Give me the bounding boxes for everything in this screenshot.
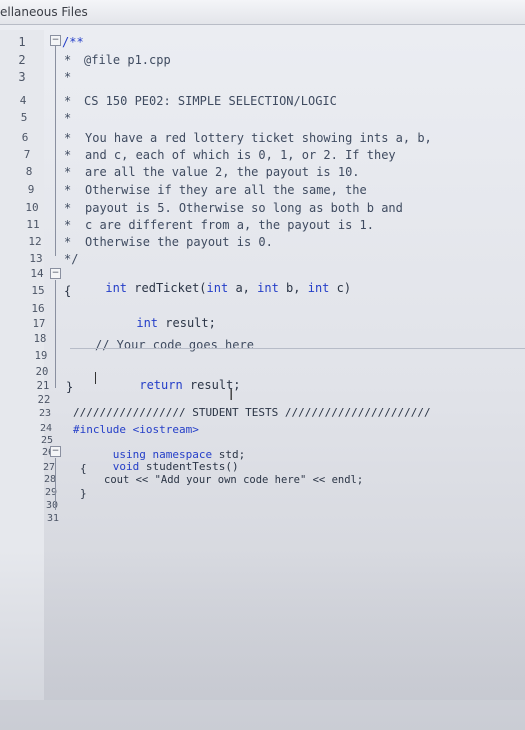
fold-collapse-icon[interactable]: − <box>50 35 61 46</box>
keyword-int: int <box>105 281 128 295</box>
code-line-28: cout << "Add your own code here" << endl… <box>104 474 364 486</box>
code-line-3: * <box>64 70 72 84</box>
comment-star: * <box>64 131 72 145</box>
line-number: 13 <box>29 252 43 265</box>
code-line-29: } <box>80 487 87 500</box>
code-line-1: /** <box>62 35 84 49</box>
code-line-4: CS 150 PE02: SIMPLE SELECTION/LOGIC <box>84 94 337 108</box>
fold-collapse-icon[interactable]: − <box>50 446 61 457</box>
code-line-20: return result; <box>96 364 240 406</box>
code-line-13: */ <box>64 252 79 266</box>
comment-star: * <box>64 235 72 249</box>
document-tab-title[interactable]: ellaneous Files <box>0 5 88 19</box>
comment-star: * <box>64 94 72 108</box>
code-line-5: * <box>64 111 72 125</box>
function-name: studentTests() <box>139 460 239 473</box>
line-number: 19 <box>34 350 48 362</box>
code-line-8: are all the value 2, the payout is 10. <box>85 165 360 179</box>
fold-region-marker <box>55 458 66 510</box>
code-line-18: // Your code goes here <box>95 338 254 352</box>
comment-star: * <box>64 218 72 232</box>
code-line-15: { <box>64 284 72 298</box>
code-line-6: You have a red lottery ticket showing in… <box>85 131 432 145</box>
param-c: c) <box>329 281 352 295</box>
line-number: 12 <box>28 235 42 248</box>
code-editor[interactable]: 1 2 3 4 5 6 7 8 9 10 11 12 13 14 15 16 17 18 19 20 21 22 23 24 2… <box>0 30 525 730</box>
line-number: 8 <box>25 165 33 178</box>
var-result: result; <box>158 316 216 330</box>
code-line-2: @file p1.cpp <box>84 53 171 67</box>
line-number: 7 <box>23 148 31 161</box>
code-line-12: Otherwise the payout is 0. <box>85 235 273 249</box>
param-a: a, <box>228 281 258 295</box>
keyword-int: int <box>206 281 229 295</box>
line-number: 2 <box>18 53 26 67</box>
keyword-int: int <box>136 316 159 330</box>
document-tab-bar: ellaneous Files <box>0 0 525 25</box>
comment-star: * <box>64 148 72 162</box>
line-number: 15 <box>31 284 45 297</box>
line-number: 17 <box>32 318 46 330</box>
code-line-27: { <box>80 462 87 475</box>
code-line-23: ///////////////// STUDENT TESTS ////////… <box>73 406 431 419</box>
line-number: 11 <box>26 218 40 231</box>
line-number: 3 <box>18 70 26 84</box>
param-b: b, <box>278 281 308 295</box>
screen-glare <box>0 550 525 730</box>
line-number: 24 <box>39 423 53 434</box>
ibeam-cursor-icon: I <box>229 386 234 404</box>
line-number: 25 <box>40 435 54 446</box>
keyword-int: int <box>257 281 279 295</box>
current-line-highlight <box>70 348 525 349</box>
comment-star: * <box>64 201 72 215</box>
comment-star: * <box>64 183 72 197</box>
line-number: 4 <box>19 94 27 107</box>
line-number: 10 <box>25 201 39 214</box>
code-line-7: and c, each of which is 0, 1, or 2. If t… <box>85 148 396 162</box>
line-number: 16 <box>31 302 45 315</box>
code-line-10: payout is 5. Otherwise so long as both b… <box>85 201 403 215</box>
comment-star: * <box>64 165 72 179</box>
fold-collapse-icon[interactable]: − <box>50 268 61 279</box>
keyword-int: int <box>307 281 330 295</box>
code-line-21: } <box>66 380 74 394</box>
function-name: redTicket( <box>127 281 207 295</box>
code-line-9: Otherwise if they are all the same, the <box>85 183 367 197</box>
comment-star: * <box>64 53 72 67</box>
line-number: 1 <box>18 35 26 49</box>
line-number: 22 <box>37 394 51 406</box>
line-number: 31 <box>46 513 60 524</box>
keyword-return: return <box>139 378 183 392</box>
line-number: 23 <box>38 408 52 419</box>
line-number: 5 <box>20 111 28 124</box>
line-number: 6 <box>21 131 29 144</box>
line-number: 9 <box>27 183 35 196</box>
keyword-void: void <box>112 460 140 473</box>
ide-window: ellaneous Files 1 2 3 4 5 6 7 8 9 10 11 12 13 14 15 16 1… <box>0 0 525 730</box>
line-number: 18 <box>33 333 47 345</box>
code-line-11: c are different from a, the payout is 1. <box>85 218 374 232</box>
